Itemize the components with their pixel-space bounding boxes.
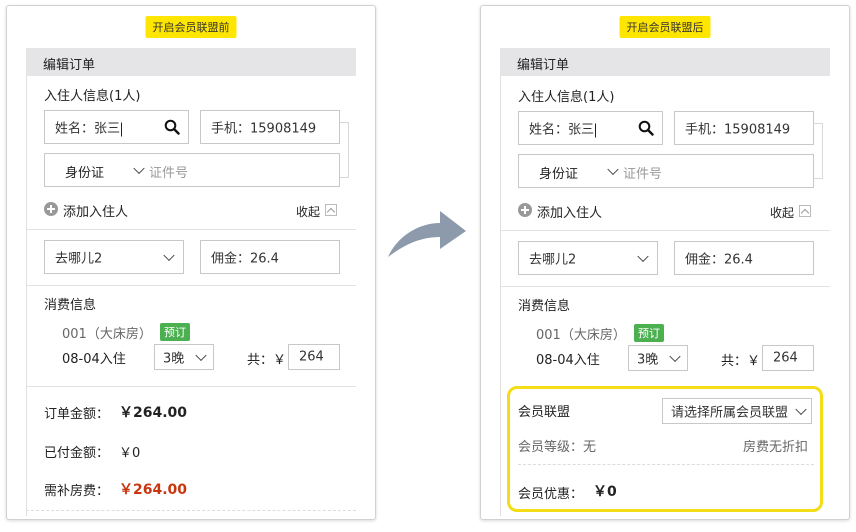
member-alliance-select[interactable]: 请选择所属会员联盟 — [662, 398, 812, 424]
panel-after: 开启会员联盟后 编辑订单 入住人信息(1人) 姓名：张三 手机：15908149… — [480, 5, 850, 520]
reserve-badge: 预订 — [160, 323, 190, 341]
chevron-down-icon[interactable] — [133, 162, 145, 175]
panel-tag: 开启会员联盟前 — [145, 16, 237, 38]
left-border — [500, 76, 501, 516]
total-input[interactable]: 264 — [762, 345, 814, 371]
id-number-placeholder[interactable]: 证件号 — [623, 163, 662, 182]
order-amount-value: ￥264.00 — [119, 405, 188, 421]
consumption-title: 消费信息 — [518, 299, 571, 314]
chevron-down-icon[interactable] — [163, 249, 175, 262]
chevron-up-icon[interactable] — [799, 205, 811, 217]
commission-input[interactable]: 佣金：26.4 — [674, 241, 814, 275]
divider — [500, 286, 830, 287]
member-alliance-label: 会员联盟 — [518, 405, 571, 420]
channel-select[interactable]: 去哪儿2 — [44, 240, 184, 274]
plus-circle-icon[interactable] — [518, 203, 532, 217]
dropdown-shadow — [814, 123, 823, 179]
reserve-badge: 预订 — [634, 324, 664, 342]
total-label: 共：￥ — [247, 353, 287, 368]
commission-input[interactable]: 佣金：26.4 — [200, 240, 340, 274]
edit-order-header: 编辑订单 — [500, 48, 830, 76]
curved-arrow-icon — [388, 211, 466, 257]
guest-info-title: 入住人信息(1人) — [518, 90, 615, 105]
search-icon[interactable] — [638, 120, 654, 136]
guest-phone-input[interactable]: 手机：15908149 — [200, 110, 340, 144]
panel-before: 开启会员联盟前 编辑订单 入住人信息(1人) 姓名：张三 手机：15908149… — [6, 5, 376, 520]
due-amount-label: 需补房费： — [44, 484, 110, 499]
room-name: 001（大床房） — [536, 328, 626, 343]
paid-amount-value: ￥0 — [119, 446, 141, 461]
text-caret — [121, 122, 123, 136]
collapse-link[interactable]: 收起 — [296, 203, 320, 220]
id-type-select[interactable]: 身份证 — [539, 163, 578, 182]
chevron-down-icon[interactable] — [669, 350, 681, 363]
collapse-link[interactable]: 收起 — [770, 204, 794, 221]
dashed-divider — [26, 510, 356, 511]
chevron-down-icon[interactable] — [607, 163, 619, 176]
add-guest-link[interactable]: 添加入住人 — [63, 201, 128, 220]
edit-order-header: 编辑订单 — [26, 48, 356, 76]
dropdown-shadow — [340, 122, 349, 178]
checkin-date: 08-04入住 — [62, 352, 126, 367]
id-number-placeholder[interactable]: 证件号 — [149, 162, 188, 181]
member-discount-label: 会员优惠： — [518, 487, 584, 502]
paid-amount-label: 已付金额： — [44, 446, 110, 461]
id-field[interactable]: 身份证 证件号 — [518, 154, 814, 188]
divider — [500, 230, 830, 231]
dashed-divider — [518, 464, 814, 465]
chevron-down-icon[interactable] — [795, 403, 807, 416]
guest-name-input[interactable]: 姓名：张三 — [44, 110, 189, 144]
chevron-down-icon[interactable] — [637, 250, 649, 263]
total-input[interactable]: 264 — [288, 344, 340, 370]
id-type-select[interactable]: 身份证 — [65, 162, 104, 181]
room-name: 001（大床房） — [62, 327, 152, 342]
member-discount-value: ￥0 — [593, 484, 617, 500]
checkin-date: 08-04入住 — [536, 353, 600, 368]
nights-select[interactable]: 3晚 — [628, 345, 688, 371]
chevron-down-icon[interactable] — [195, 349, 207, 362]
consumption-title: 消费信息 — [44, 298, 97, 313]
divider — [26, 285, 356, 286]
divider — [26, 229, 356, 230]
due-amount-value: ￥264.00 — [119, 482, 188, 498]
total-label: 共：￥ — [721, 354, 761, 369]
plus-circle-icon[interactable] — [44, 202, 58, 216]
guest-info-title: 入住人信息(1人) — [44, 89, 141, 104]
guest-name-input[interactable]: 姓名：张三 — [518, 111, 663, 145]
guest-phone-input[interactable]: 手机：15908149 — [674, 111, 814, 145]
nights-select[interactable]: 3晚 — [154, 344, 214, 370]
order-amount-label: 订单金额： — [44, 407, 110, 422]
id-field[interactable]: 身份证 证件号 — [44, 153, 340, 187]
add-guest-link[interactable]: 添加入住人 — [537, 202, 602, 221]
no-discount-note: 房费无折扣 — [743, 440, 809, 455]
divider — [26, 386, 356, 387]
text-caret — [595, 123, 597, 137]
left-border — [26, 76, 27, 516]
search-icon[interactable] — [164, 119, 180, 135]
member-level: 会员等级：无 — [518, 440, 597, 455]
channel-select[interactable]: 去哪儿2 — [518, 241, 658, 275]
panel-tag: 开启会员联盟后 — [619, 16, 711, 38]
chevron-up-icon[interactable] — [325, 204, 337, 216]
